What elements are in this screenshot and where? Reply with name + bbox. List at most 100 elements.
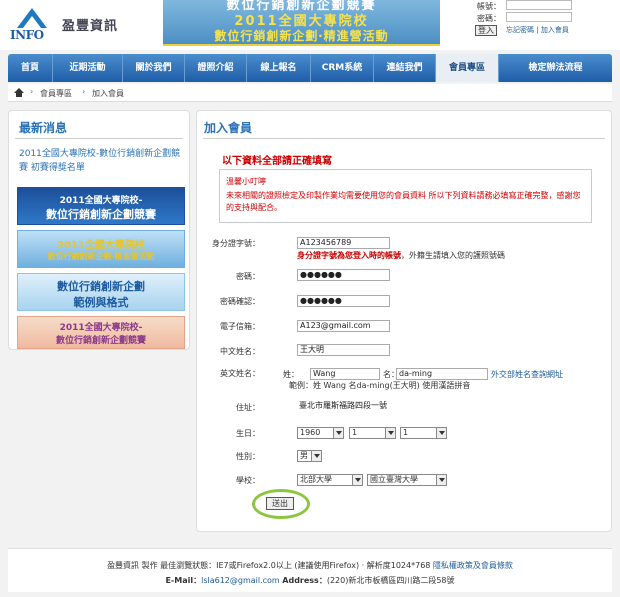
breadcrumb: › 會員專區 › 加入會員 xyxy=(8,84,612,102)
email-label: E-Mail： xyxy=(165,576,202,585)
id-input[interactable]: A123456789 xyxy=(297,237,390,249)
news-thumb-3[interactable]: 數位行銷創新企劃 範例與格式 xyxy=(17,273,185,311)
birth-year-value: 1960 xyxy=(300,428,321,437)
thumb-line2: 範例與格式 xyxy=(73,296,129,309)
login-links: 忘記密碼 | 加入會員 xyxy=(506,25,569,35)
footer-line2: E-Mail：lsla612@gmail.com Address：(220)新北… xyxy=(8,575,612,586)
nav-item-exam-process[interactable]: 檢定辦法流程 xyxy=(499,54,612,82)
account-label: 帳號： xyxy=(477,2,501,11)
info-logo[interactable]: INFO xyxy=(10,8,54,42)
banner-line2: 數位行銷創新企劃‧精進營活動 xyxy=(214,29,389,43)
gender-label: 性別： xyxy=(236,452,260,461)
sidebar-title: 最新消息 xyxy=(19,121,68,135)
nav-item-certificates[interactable]: 證照介紹 xyxy=(185,54,247,82)
english-name-example: 範例：姓 Wang 名da-ming(王大明) 使用漢語拼音 xyxy=(289,381,471,390)
news-thumb-2[interactable]: 2011全國大專院校 數位行銷創新企劃‧精進營活動 xyxy=(17,230,185,268)
breadcrumb-separator: › xyxy=(30,87,34,96)
footer-email-link[interactable]: lsla612@gmail.com xyxy=(201,576,280,585)
nav-item-members[interactable]: 會員專區 xyxy=(436,54,499,82)
login-box: 帳號： 密碼： 登入 忘記密碼 | 加入會員 xyxy=(473,0,613,40)
birth-day-select[interactable]: 1 xyxy=(400,427,447,439)
nav-item-register[interactable]: 線上報名 xyxy=(247,54,311,82)
english-name-label: 英文姓名： xyxy=(220,369,260,378)
chevron-down-icon xyxy=(436,475,446,485)
main-nav: 首頁 近期活動 關於我們 證照介紹 線上報名 CRM系統 連結我們 會員專區 檢… xyxy=(8,54,612,82)
password-input[interactable]: ●●●●●● xyxy=(297,269,390,281)
header-banner[interactable]: 數位行銷創新企劃競賽 2011全國大專院校 數位行銷創新企劃‧精進營活動 xyxy=(163,0,440,46)
thumb-line1: 數位行銷創新企劃 xyxy=(57,280,145,293)
birth-year-select[interactable]: 1960 xyxy=(297,427,344,439)
panel-title: 加入會員 xyxy=(204,121,253,135)
site-footer: 盈豐資訊 製作 最佳瀏覽狀態：IE7或Firefox2.0以上 (建議使用Fir… xyxy=(8,548,612,592)
email-input[interactable]: A123@gmail.com xyxy=(297,320,390,332)
nav-item-about[interactable]: 關於我們 xyxy=(123,54,185,82)
join-member-link[interactable]: 加入會員 xyxy=(541,26,569,34)
birth-month-select[interactable]: 1 xyxy=(349,427,396,439)
privacy-link[interactable]: 隱私權政策及會員條款 xyxy=(433,561,513,570)
site-header: INFO 盈豐資訊 數位行銷創新企劃競賽 2011全國大專院校 數位行銷創新企劃… xyxy=(0,0,620,50)
address-input[interactable]: 臺北市羅斯福路四段一號 xyxy=(297,401,392,413)
news-thumb-1[interactable]: 2011全國大專院校- 數位行銷創新企劃競賽 xyxy=(17,187,185,225)
chevron-down-icon xyxy=(436,428,446,438)
account-input[interactable] xyxy=(506,0,572,10)
thumb-line2: 數位行銷創新企劃競賽 xyxy=(55,336,146,346)
email-label: 電子信箱： xyxy=(220,322,260,331)
nav-item-links[interactable]: 連結我們 xyxy=(374,54,436,82)
school-region-select[interactable]: 北部大學 xyxy=(297,474,363,486)
school-name-value: 國立臺灣大學 xyxy=(370,475,418,484)
divider xyxy=(15,138,183,139)
nav-item-crm[interactable]: CRM系統 xyxy=(311,54,374,82)
join-member-panel: 加入會員 以下資料全部請正確填寫 溫馨小叮嚀 未來相關的證照檢定及印製作業均需要… xyxy=(196,110,612,532)
link-separator: | xyxy=(536,26,539,34)
warning-body: 未來相關的證照檢定及印製作業均需要使用您的會員資料 所以下列資料請務必填寫正確完… xyxy=(226,191,581,212)
name-lookup-link[interactable]: 外交部姓名查詢網址 xyxy=(491,369,563,380)
school-region-value: 北部大學 xyxy=(300,475,332,484)
submit-button[interactable]: 送出 xyxy=(266,497,294,510)
chevron-down-icon xyxy=(333,428,343,438)
chinese-name-label: 中文姓名： xyxy=(220,347,260,356)
footer-credits: 盈豐資訊 製作 最佳瀏覽狀態：IE7或Firefox2.0以上 (建議使用Fir… xyxy=(107,561,431,570)
birth-day-value: 1 xyxy=(403,428,409,437)
nav-item-home[interactable]: 首頁 xyxy=(8,54,53,82)
nav-item-events[interactable]: 近期活動 xyxy=(53,54,123,82)
footer-line1: 盈豐資訊 製作 最佳瀏覽狀態：IE7或Firefox2.0以上 (建議使用Fir… xyxy=(8,560,612,571)
chinese-name-input[interactable]: 王大明 xyxy=(297,344,390,356)
chevron-down-icon xyxy=(352,475,362,485)
id-label: 身分證字號： xyxy=(212,239,260,248)
brand-name: 盈豐資訊 xyxy=(62,19,119,34)
news-thumb-4[interactable]: 2011全國大專院校- 數位行銷創新企劃競賽 xyxy=(17,316,185,349)
footer-address: (220)新北市板橋區四川路二段58號 xyxy=(326,576,455,585)
home-icon[interactable] xyxy=(14,88,24,98)
school-label: 學校： xyxy=(236,476,260,485)
school-name-select[interactable]: 國立臺灣大學 xyxy=(367,474,447,486)
id-hint: 身分證字號為您登入時的帳號，外籍生請填入您的護照號碼 xyxy=(297,250,505,261)
news-sidebar: 最新消息 2011全國大專院校-數位行銷創新企劃競賽 初賽得獎名單 2011全國… xyxy=(8,110,190,350)
surname-input[interactable]: Wang xyxy=(310,368,380,380)
gender-select[interactable]: 男 xyxy=(297,450,322,462)
warning-title: 溫馨小叮嚀 xyxy=(226,177,266,186)
password-label: 密碼： xyxy=(236,272,260,281)
logo-triangle-inner xyxy=(23,16,41,28)
warning-box: 溫馨小叮嚀 未來相關的證照檢定及印製作業均需要使用您的會員資料 所以下列資料請務… xyxy=(219,169,592,223)
thumb-line1: 2011全國大專院校- xyxy=(59,196,143,206)
forgot-password-link[interactable]: 忘記密碼 xyxy=(506,26,534,34)
thumb-line1: 2011全國大專院校 xyxy=(57,240,145,251)
news-link[interactable]: 2011全國大專院校-數位行銷創新企劃競賽 初賽得獎名單 xyxy=(19,147,184,175)
password-input[interactable] xyxy=(506,12,572,22)
id-hint-red: 身分證字號為您登入時的帳號 xyxy=(297,251,401,260)
required-note: 以下資料全部請正確填寫 xyxy=(222,156,332,167)
breadcrumb-members[interactable]: 會員專區 xyxy=(40,88,72,99)
login-button[interactable]: 登入 xyxy=(475,25,497,36)
birthday-label: 生日： xyxy=(236,429,260,438)
surname-prefix: 姓： xyxy=(283,370,299,379)
thumb-line2: 數位行銷創新企劃‧精進營活動 xyxy=(47,252,155,261)
id-hint-rest: ，外籍生請填入您的護照號碼 xyxy=(401,251,505,260)
chevron-down-icon xyxy=(311,451,321,461)
address-label: Address： xyxy=(282,576,327,585)
chevron-down-icon xyxy=(385,428,395,438)
given-name-input[interactable]: da-ming xyxy=(396,368,488,380)
birth-month-value: 1 xyxy=(352,428,358,437)
confirm-password-input[interactable]: ●●●●●● xyxy=(297,295,390,307)
thumb-line2: 數位行銷創新企劃競賽 xyxy=(46,208,156,221)
divider xyxy=(203,138,605,139)
